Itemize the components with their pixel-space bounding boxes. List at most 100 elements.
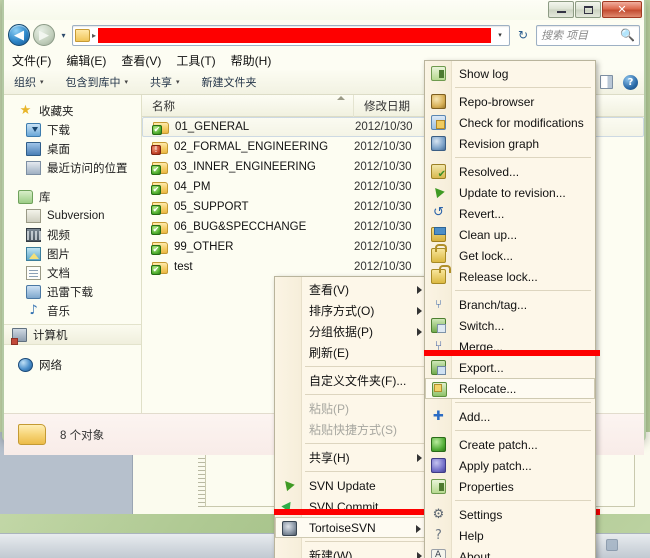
menu-label: Help (459, 528, 484, 543)
sidebar-item-downloads[interactable]: 下载 (4, 120, 141, 139)
new-folder-button[interactable]: 新建文件夹 (202, 74, 257, 90)
submenu-item-help[interactable]: ? Help (425, 525, 595, 546)
sidebar-item-thunder-download[interactable]: 迅雷下载 (4, 282, 141, 301)
menu-separator (455, 290, 591, 291)
menu-help[interactable]: 帮助(H) (231, 52, 272, 69)
sidebar-item-recent-places[interactable]: 最近访问的位置 (4, 158, 141, 177)
svn-update-icon (281, 478, 296, 493)
sidebar-item-pictures[interactable]: 图片 (4, 244, 141, 263)
context-menu-item-new[interactable]: 新建(W) (275, 545, 429, 558)
submenu-item-resolved[interactable]: Resolved... (425, 161, 595, 182)
svn-normal-overlay-icon: ✔ (151, 244, 161, 255)
column-header-name[interactable]: 名称 (142, 95, 354, 117)
file-name: 05_SUPPORT (174, 201, 249, 213)
close-button[interactable]: ✕ (602, 1, 642, 18)
menu-label: Branch/tag... (459, 297, 528, 312)
submenu-item-revert[interactable]: ↺ Revert... (425, 203, 595, 224)
preview-pane-icon[interactable] (600, 75, 613, 89)
taskbar-icon[interactable] (606, 539, 618, 551)
menu-file[interactable]: 文件(F) (12, 52, 51, 69)
address-input[interactable]: ▸ ▾ (72, 24, 510, 46)
sidebar-item-libraries[interactable]: 库 (4, 187, 141, 206)
forward-button[interactable]: ▶ (33, 24, 55, 46)
context-menu-item-customize-folder[interactable]: 自定义文件夹(F)... (275, 370, 429, 391)
navigation-sidebar[interactable]: ★ 收藏夹 下载 桌面 最近访问的位置 库 Subversion 视频 图片 文… (4, 95, 142, 413)
relocate-icon (432, 382, 447, 397)
file-name-cell: ✔ 03_INNER_ENGINEERING (142, 161, 354, 175)
context-menu-item-sort-by[interactable]: 排序方式(O) (275, 300, 429, 321)
sidebar-item-documents[interactable]: 文档 (4, 263, 141, 282)
help-icon[interactable]: ? (623, 74, 638, 90)
organize-button[interactable]: 组织 ▾ (14, 74, 44, 90)
context-menu[interactable]: 查看(V) 排序方式(O) 分组依据(P) 刷新(E) 自定义文件夹(F)...… (274, 276, 430, 558)
menu-tools[interactable]: 工具(T) (176, 52, 215, 69)
svn-normal-overlay-icon: ✔ (152, 124, 162, 135)
sidebar-item-network[interactable]: 网络 (4, 355, 141, 374)
menu-label: Check for modifications (459, 115, 584, 130)
refresh-icon[interactable]: ↻ (513, 28, 533, 42)
file-name-cell: ! 02_FORMAL_ENGINEERING (142, 141, 354, 155)
recent-places-icon (26, 160, 41, 175)
share-button[interactable]: 共享 ▾ (150, 74, 180, 90)
settings-icon: ⚙ (432, 507, 445, 522)
submenu-item-get-lock[interactable]: Get lock... (425, 244, 595, 266)
title-bar[interactable]: ✕ (4, 0, 644, 20)
submenu-item-add[interactable]: ✚ Add... (425, 406, 595, 427)
sidebar-item-subversion[interactable]: Subversion (4, 206, 141, 225)
subversion-library-icon (26, 208, 41, 223)
submenu-item-repo-browser[interactable]: Repo-browser (425, 91, 595, 112)
menu-edit[interactable]: 编辑(E) (66, 52, 106, 69)
context-menu-item-view[interactable]: 查看(V) (275, 279, 429, 300)
menu-separator (455, 402, 591, 403)
context-menu-item-tortoisesvn[interactable]: TortoiseSVN (275, 517, 429, 538)
submenu-item-properties[interactable]: Properties (425, 476, 595, 497)
submenu-item-branch-tag[interactable]: ⑂ Branch/tag... (425, 294, 595, 315)
submenu-item-clean-up[interactable]: Clean up... (425, 224, 595, 245)
menu-label: 粘贴(P) (309, 402, 349, 416)
submenu-item-about[interactable]: About (425, 546, 595, 558)
menu-label: Export... (459, 360, 504, 375)
videos-icon (26, 227, 42, 242)
submenu-item-update-to-revision[interactable]: Update to revision... (425, 182, 595, 203)
sidebar-item-computer[interactable]: 计算机 (4, 324, 141, 345)
menu-view[interactable]: 查看(V) (121, 52, 161, 69)
file-name: 02_FORMAL_ENGINEERING (174, 141, 329, 153)
submenu-arrow-icon (417, 307, 422, 315)
context-menu-item-share[interactable]: 共享(H) (275, 447, 429, 468)
submenu-item-revision-graph[interactable]: Revision graph (425, 133, 595, 154)
submenu-item-relocate[interactable]: Relocate... (425, 378, 595, 399)
context-menu-item-refresh[interactable]: 刷新(E) (275, 342, 429, 363)
maximize-button[interactable] (575, 1, 601, 18)
include-in-library-button[interactable]: 包含到库中 ▾ (66, 74, 129, 90)
minimize-button[interactable] (548, 1, 574, 18)
context-menu-item-group-by[interactable]: 分组依据(P) (275, 321, 429, 342)
menu-label: Revert... (459, 206, 505, 221)
svn-normal-overlay-icon: ✔ (151, 204, 161, 215)
file-name: test (174, 261, 193, 273)
sidebar-item-music[interactable]: ♪ 音乐 (4, 301, 141, 320)
sidebar-label: 文档 (47, 267, 70, 280)
tortoisesvn-submenu[interactable]: Show log Repo-browser Check for modifica… (424, 60, 596, 558)
chevron-down-icon[interactable]: ▾ (493, 31, 507, 39)
submenu-item-create-patch[interactable]: Create patch... (425, 434, 595, 455)
submenu-item-switch[interactable]: Switch... (425, 315, 595, 336)
submenu-item-release-lock[interactable]: Release lock... (425, 265, 595, 287)
context-menu-item-svn-update[interactable]: SVN Update (275, 475, 429, 496)
sidebar-item-desktop[interactable]: 桌面 (4, 139, 141, 158)
submenu-item-check-for-modifications[interactable]: Check for modifications (425, 112, 595, 133)
search-input[interactable]: 搜索 项目 🔍 (536, 24, 640, 46)
file-name: 99_OTHER (174, 241, 234, 253)
history-dropdown-icon[interactable]: ▾ (58, 31, 69, 40)
share-label: 共享 (150, 77, 173, 89)
file-name-cell: ✔ 04_PM (142, 181, 354, 195)
submenu-item-settings[interactable]: ⚙ Settings (425, 504, 595, 525)
submenu-item-export[interactable]: Export... (425, 357, 595, 378)
submenu-item-show-log[interactable]: Show log (425, 63, 595, 84)
menu-separator (305, 541, 425, 542)
organize-label: 组织 (14, 77, 36, 89)
submenu-item-apply-patch[interactable]: Apply patch... (425, 455, 595, 476)
menu-label: 粘贴快捷方式(S) (309, 423, 397, 437)
sidebar-item-favorites[interactable]: ★ 收藏夹 (4, 101, 141, 120)
sidebar-item-videos[interactable]: 视频 (4, 225, 141, 244)
back-button[interactable]: ◀ (8, 24, 30, 46)
